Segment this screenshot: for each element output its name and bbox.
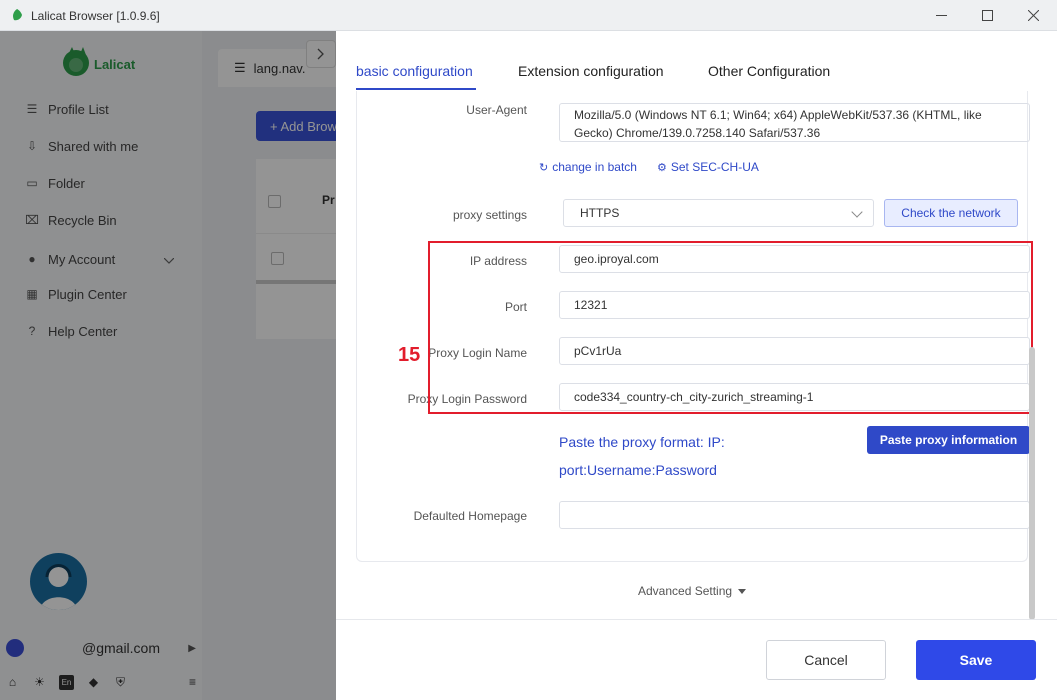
tab-extension-configuration[interactable]: Extension configuration [518,63,664,79]
paste-proxy-hint: Paste the proxy format: IP: port:Usernam… [559,434,725,478]
refresh-icon: ↻ [539,161,549,174]
user-agent-label: User-Agent [466,103,527,117]
lalicat-app-icon [13,9,22,21]
paste-proxy-button[interactable]: Paste proxy information [867,426,1030,454]
proxy-type-select[interactable]: HTTPS [563,199,874,227]
window-titlebar: Lalicat Browser [1.0.9.6] [0,0,1057,31]
gear-icon: ⚙ [657,161,667,174]
homepage-label: Defaulted Homepage [413,509,527,523]
active-tab-indicator [356,88,476,90]
minimize-icon[interactable] [918,0,964,31]
drawer-scrollbar[interactable] [1029,347,1035,620]
change-in-batch-link[interactable]: ↻ change in batch [539,160,637,174]
homepage-input[interactable] [559,501,1030,529]
modal-overlay[interactable] [0,31,336,700]
annotation-highlight-box [428,241,1033,414]
set-sec-ch-ua-link[interactable]: ⚙ Set SEC-CH-UA [657,160,759,174]
caret-down-icon [738,588,747,594]
advanced-setting-toggle[interactable]: Advanced Setting [638,584,747,598]
tab-other-configuration[interactable]: Other Configuration [708,63,830,79]
close-icon[interactable] [1010,0,1056,31]
user-agent-textarea[interactable]: Mozilla/5.0 (Windows NT 6.1; Win64; x64)… [559,103,1030,142]
drawer-footer: Cancel Save [336,619,1057,700]
config-form: User-Agent Mozilla/5.0 (Windows NT 6.1; … [356,91,1033,562]
annotation-step-number: 15 [398,344,421,366]
maximize-icon[interactable] [964,0,1010,31]
save-button[interactable]: Save [916,640,1036,680]
cancel-button[interactable]: Cancel [766,640,886,680]
tab-basic-configuration[interactable]: basic configuration [356,63,473,79]
profile-config-drawer: basic configuration Extension configurat… [336,31,1057,700]
check-network-button[interactable]: Check the network [884,199,1018,227]
proxy-settings-label: proxy settings [452,208,527,222]
config-tabs: basic configuration Extension configurat… [336,31,1057,91]
window-title: Lalicat Browser [1.0.9.6] [31,9,160,23]
chevron-down-icon [851,206,863,218]
